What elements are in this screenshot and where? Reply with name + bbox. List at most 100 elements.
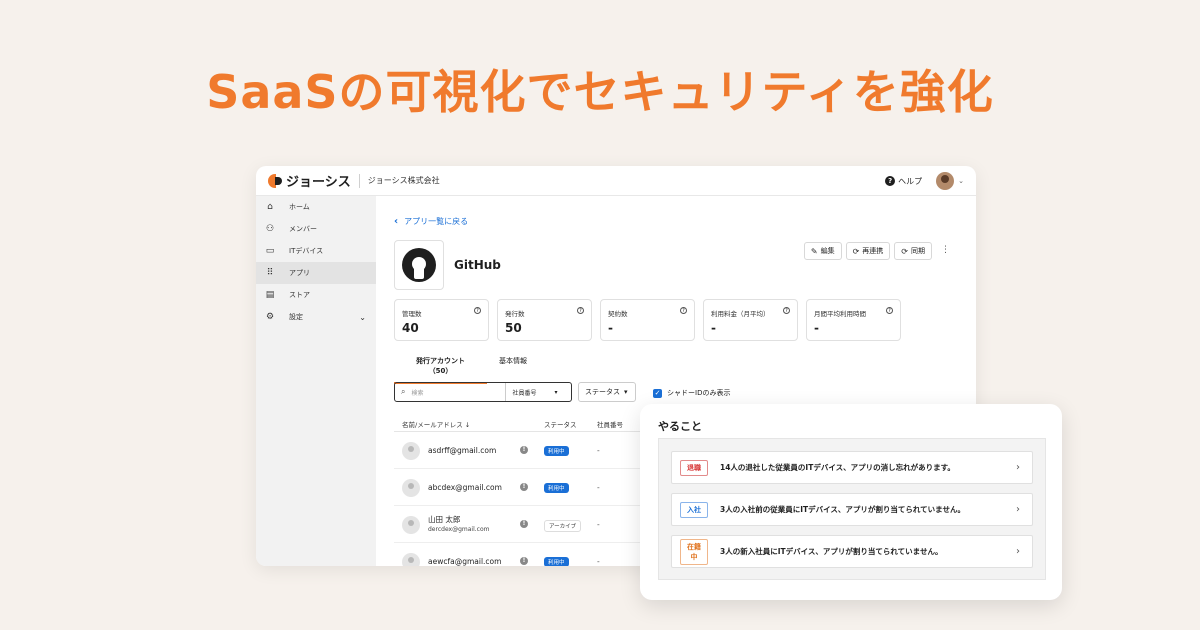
chevron-down-icon[interactable]: ⌄	[958, 177, 964, 185]
chevron-right-icon: ›	[1016, 504, 1020, 515]
todo-item[interactable]: 退職 14人の退社した従業員のITデバイス、アプリの消し忘れがあります。 ›	[671, 451, 1033, 484]
status-filter-dropdown[interactable]: ステータス ▾	[578, 382, 636, 402]
chevron-right-icon: ›	[1016, 546, 1020, 557]
stat-value: 50	[505, 321, 522, 335]
question-icon[interactable]: ?	[577, 307, 584, 314]
tabs: 発行アカウント（50） 基本情報	[394, 352, 539, 384]
user-avatar-icon	[402, 479, 420, 497]
todo-text: 3人の新入社員にITデバイス、アプリが割り当てられていません。	[720, 547, 943, 556]
sidebar-item-label: メンバー	[289, 225, 317, 233]
question-icon[interactable]: ?	[474, 307, 481, 314]
sync-label: 同期	[911, 247, 925, 255]
help-icon: ?	[885, 176, 896, 186]
search-field-label: 社員番号	[512, 389, 537, 397]
sidebar-item-label: 設定	[289, 313, 303, 321]
sidebar-item-home[interactable]: ⌂ ホーム	[256, 196, 376, 218]
sync-icon: ⟳	[901, 246, 908, 256]
info-icon[interactable]: !	[520, 557, 528, 565]
search-input[interactable]: 検索	[411, 388, 505, 397]
row-email: abcdex@gmail.com	[428, 483, 502, 492]
sidebar-item-members[interactable]: ⚇ メンバー	[256, 218, 376, 240]
sidebar-item-label: ストア	[289, 291, 310, 299]
row-emp-no: -	[597, 483, 600, 492]
todo-text: 14人の退社した従業員のITデバイス、アプリの消し忘れがあります。	[720, 463, 955, 472]
todo-item[interactable]: 在籍中 3人の新入社員にITデバイス、アプリが割り当てられていません。 ›	[671, 535, 1033, 568]
header-emp-no[interactable]: 社員番号	[597, 419, 623, 429]
todo-title: やること	[658, 420, 702, 433]
row-email: aewcfa@gmail.com	[428, 557, 502, 566]
question-icon[interactable]: ?	[783, 307, 790, 314]
edit-button[interactable]: ✎ 編集	[803, 242, 842, 260]
app-name: GitHub	[454, 258, 501, 272]
search-field-select[interactable]: 社員番号 ▾	[505, 383, 558, 401]
row-email: dercdex@gmail.com	[428, 526, 490, 533]
stat-label: 管理数	[402, 310, 422, 318]
search-icon: ⌕	[401, 387, 406, 396]
store-icon: ▤	[265, 290, 275, 300]
row-emp-no: -	[597, 557, 600, 566]
user-avatar-icon	[402, 553, 420, 566]
header-name[interactable]: 名前/メールアドレス ↓	[402, 419, 470, 429]
row-emp-no: -	[597, 446, 600, 455]
todo-tag: 入社	[680, 501, 708, 518]
company-name: ジョーシス株式会社	[367, 176, 440, 185]
header-status[interactable]: ステータス	[544, 419, 577, 429]
shadow-id-label: シャドーIDのみ表示	[667, 389, 731, 397]
sidebar-item-label: ホーム	[289, 203, 310, 211]
todo-item[interactable]: 入社 3人の入社前の従業員にITデバイス、アプリが割り当てられていません。 ›	[671, 493, 1033, 526]
pencil-icon: ✎	[810, 246, 818, 256]
stat-label: 契約数	[608, 310, 628, 318]
shadow-id-checkbox[interactable]: ✓ シャドーIDのみ表示	[653, 388, 730, 398]
sidebar-item-devices[interactable]: ▭ ITデバイス	[256, 240, 376, 262]
sidebar-item-label: アプリ	[289, 269, 310, 277]
question-icon[interactable]: ?	[886, 307, 893, 314]
more-icon[interactable]: ⋮	[941, 245, 950, 255]
laptop-icon: ▭	[265, 246, 275, 256]
row-name: 山田 太郎	[428, 515, 461, 524]
logo-icon	[268, 173, 282, 188]
tab-info[interactable]: 基本情報	[487, 352, 539, 384]
status-badge: 利用中	[544, 446, 569, 456]
sync-button[interactable]: ⟳ 同期	[894, 242, 932, 260]
stat-card: 契約数 - ?	[600, 299, 695, 341]
relink-button[interactable]: ⟳ 再連携	[845, 242, 891, 260]
user-avatar-icon	[402, 516, 420, 534]
question-icon[interactable]: ?	[680, 307, 687, 314]
logo[interactable]: ジョーシス	[268, 171, 351, 190]
search-box[interactable]: ⌕ 検索 社員番号 ▾	[394, 382, 572, 402]
stat-label: 発行数	[505, 310, 525, 318]
people-icon: ⚇	[265, 224, 275, 234]
headline: SaaSの可視化でセキュリティを強化	[206, 65, 994, 119]
info-icon[interactable]: !	[520, 483, 528, 491]
sidebar-item-apps[interactable]: ⠿ アプリ	[256, 262, 376, 284]
info-icon[interactable]: !	[520, 520, 528, 528]
help-button[interactable]: ? ヘルプ	[885, 176, 922, 187]
sidebar-item-settings[interactable]: ⚙ 設定 ⌄	[256, 306, 376, 328]
stat-card: 月間平均利用時間 - ?	[806, 299, 901, 341]
todo-text: 3人の入社前の従業員にITデバイス、アプリが割り当てられていません。	[720, 505, 965, 514]
home-icon: ⌂	[267, 202, 273, 212]
avatar[interactable]	[936, 172, 955, 190]
status-badge: 利用中	[544, 483, 569, 493]
back-link[interactable]: ‹ アプリ一覧に戻る	[394, 216, 468, 227]
info-icon[interactable]: !	[520, 446, 528, 454]
row-emp-no: -	[597, 520, 600, 529]
user-avatar-icon	[402, 442, 420, 460]
divider	[358, 173, 360, 188]
back-label: アプリ一覧に戻る	[404, 217, 469, 226]
stat-value: -	[608, 321, 613, 335]
check-icon[interactable]: ✓	[653, 388, 662, 398]
sidebar-item-store[interactable]: ▤ ストア	[256, 284, 376, 306]
status-filter-label: ステータス	[585, 388, 620, 396]
stat-card: 管理数 40 ?	[394, 299, 489, 341]
row-email: asdrff@gmail.com	[428, 446, 497, 455]
todo-tag: 在籍中	[680, 538, 708, 565]
topbar: ジョーシス ジョーシス株式会社 ? ヘルプ ⌄	[256, 166, 976, 196]
sync-icon: ⟳	[852, 246, 860, 256]
todo-card: やること 退職 14人の退社した従業員のITデバイス、アプリの消し忘れがあります…	[640, 404, 1062, 600]
tab-accounts[interactable]: 発行アカウント（50）	[394, 352, 487, 384]
relink-label: 再連携	[862, 247, 884, 255]
stat-value: -	[711, 321, 716, 335]
grid-icon: ⠿	[266, 268, 274, 278]
help-label: ヘルプ	[898, 176, 923, 186]
